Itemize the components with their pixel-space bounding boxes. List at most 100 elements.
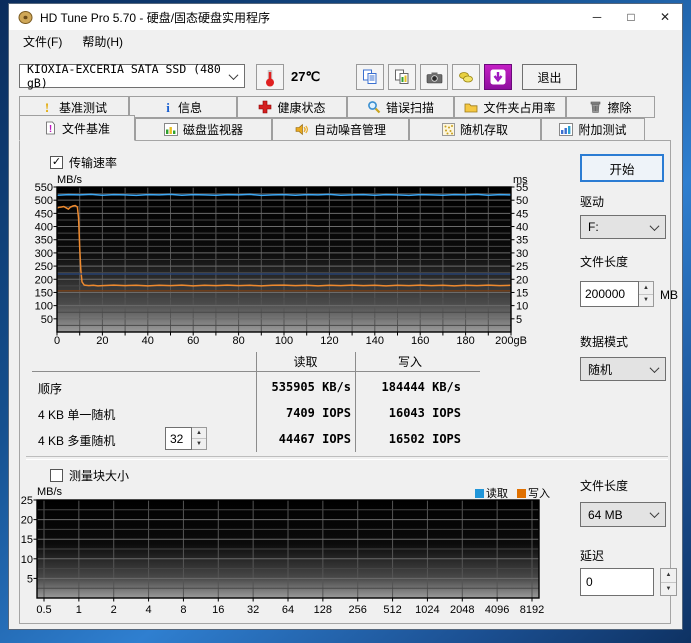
chevron-down-icon <box>650 221 660 231</box>
svg-text:0.5: 0.5 <box>36 604 51 616</box>
copy-image-icon <box>394 69 410 85</box>
tab-label: 文件基准 <box>62 120 110 137</box>
svg-text:30: 30 <box>516 248 528 260</box>
spin-down-button[interactable]: ▼ <box>639 295 653 307</box>
title-bar: HD Tune Pro 5.70 - 硬盘/固态硬盘实用程序 ─ □ ✕ <box>9 4 682 30</box>
device-select-value: KIOXIA-EXCERIA SATA SSD (480 gB) <box>27 62 230 90</box>
tab-info[interactable]: i信息 <box>129 96 237 118</box>
checkbox-label: 传输速率 <box>69 154 117 171</box>
drive-select[interactable]: F: <box>580 215 666 239</box>
device-select[interactable]: KIOXIA-EXCERIA SATA SSD (480 gB) <box>19 64 245 88</box>
menu-bar: 文件(F)帮助(H) <box>9 30 682 53</box>
svg-text:8192: 8192 <box>520 604 544 616</box>
file-length-unit: MB <box>660 288 678 302</box>
svg-text:100: 100 <box>275 335 293 347</box>
maximize-button[interactable]: □ <box>614 4 648 30</box>
download-update-button[interactable] <box>484 64 512 90</box>
svg-text:8: 8 <box>180 604 186 616</box>
drive-label: 驱动 <box>580 193 604 210</box>
block-size-chart: 0.51248163264128256512102420484096819225… <box>20 482 565 619</box>
tab-extra-tests[interactable]: 附加测试 <box>541 118 645 141</box>
file-benchmark-page: ✓ 传输速率 550500450400350300250200150100505… <box>19 140 671 624</box>
svg-text:512: 512 <box>383 604 401 616</box>
menu-file[interactable]: 文件(F) <box>13 30 72 53</box>
save-results-button[interactable] <box>452 64 480 90</box>
svg-text:0: 0 <box>54 335 60 347</box>
svg-text:32: 32 <box>247 604 259 616</box>
svg-text:4096: 4096 <box>485 604 509 616</box>
tab-folder-usage[interactable]: 文件夹占用率 <box>454 96 566 118</box>
svg-text:450: 450 <box>35 208 53 220</box>
checkbox-box <box>50 469 63 482</box>
svg-text:2048: 2048 <box>450 604 474 616</box>
svg-text:60: 60 <box>187 335 199 347</box>
svg-text:25: 25 <box>21 495 33 507</box>
close-button[interactable]: ✕ <box>648 4 682 30</box>
info-icon: i <box>164 100 173 114</box>
svg-text:4: 4 <box>146 604 152 616</box>
svg-text:i: i <box>166 100 170 114</box>
copy-image-button[interactable] <box>388 64 416 90</box>
copy-report-button[interactable] <box>356 64 384 90</box>
svg-text:40: 40 <box>142 335 154 347</box>
screenshot-button[interactable] <box>420 64 448 90</box>
spin-down-button[interactable]: ▼ <box>192 439 206 449</box>
write-value: 16502 IOPS <box>359 432 461 446</box>
tab-random-access[interactable]: 随机存取 <box>409 118 541 141</box>
start-button[interactable]: 开始 <box>580 154 664 182</box>
file-length-spinner[interactable]: 200000 ▲▼ <box>580 281 654 307</box>
svg-text:64: 64 <box>282 604 294 616</box>
svg-text:5: 5 <box>27 573 33 585</box>
toolbar: KIOXIA-EXCERIA SATA SSD (480 gB) 27℃ 退出 <box>9 53 682 96</box>
disk-monitor-icon <box>164 123 178 136</box>
tab-erase[interactable]: 擦除 <box>566 96 655 118</box>
svg-text:15: 15 <box>516 287 528 299</box>
svg-text:150: 150 <box>35 287 53 299</box>
temperature-button[interactable] <box>256 64 284 90</box>
exit-button[interactable]: 退出 <box>522 64 577 90</box>
queue-depth-spinner[interactable]: 32▲▼ <box>165 427 207 450</box>
svg-text:200: 200 <box>35 274 53 286</box>
svg-text:ms: ms <box>513 174 528 186</box>
file-length2-select[interactable]: 64 MB <box>580 502 666 527</box>
spin-up-button[interactable]: ▲ <box>639 282 653 295</box>
tab-disk-monitor[interactable]: 磁盘监视器 <box>135 118 272 141</box>
row-label: 4 KB 单一随机 <box>38 406 115 423</box>
spin-down-button[interactable]: ▼ <box>661 583 676 596</box>
col-header-write: 写入 <box>355 353 465 370</box>
file-length2-value: 64 MB <box>588 508 623 522</box>
spin-up-button[interactable]: ▲ <box>661 569 676 583</box>
queue-depth-value: 32 <box>165 427 192 450</box>
data-mode-value: 随机 <box>588 361 612 378</box>
svg-text:50: 50 <box>41 314 53 326</box>
tab-label: 附加测试 <box>578 121 626 138</box>
svg-text:!: ! <box>49 124 52 135</box>
delay-spinner[interactable]: ▲▼ <box>660 568 677 596</box>
tab-error-scan[interactable]: 错误扫描 <box>347 96 454 118</box>
delay-value: 0 <box>586 575 593 589</box>
transfer-rate-checkbox[interactable]: ✓ 传输速率 <box>50 154 117 171</box>
read-value: 44467 IOPS <box>260 432 351 446</box>
chevron-down-icon <box>229 70 239 80</box>
data-mode-select[interactable]: 随机 <box>580 357 666 381</box>
spin-up-button[interactable]: ▲ <box>192 428 206 439</box>
svg-text:!: ! <box>45 100 49 114</box>
menu-help[interactable]: 帮助(H) <box>72 30 133 53</box>
camera-icon <box>426 71 443 84</box>
tab-label: 擦除 <box>607 99 631 116</box>
tab-label: 磁盘监视器 <box>183 121 243 138</box>
chevron-down-icon <box>650 363 660 373</box>
svg-text:40: 40 <box>516 222 528 234</box>
tab-file-benchmark[interactable]: ! 文件基准 <box>19 115 135 141</box>
delay-input[interactable]: 0 <box>580 568 654 596</box>
file-length2-label: 文件长度 <box>580 477 628 494</box>
svg-text:300: 300 <box>35 248 53 260</box>
data-mode-label: 数据模式 <box>580 333 628 350</box>
section-divider <box>26 456 668 460</box>
tab-health[interactable]: 健康状态 <box>237 96 347 118</box>
minimize-button[interactable]: ─ <box>580 4 614 30</box>
tab-aam[interactable]: 自动噪音管理 <box>272 118 409 141</box>
svg-text:350: 350 <box>35 235 53 247</box>
svg-text:160: 160 <box>411 335 429 347</box>
write-value: 184444 KB/s <box>359 380 461 394</box>
